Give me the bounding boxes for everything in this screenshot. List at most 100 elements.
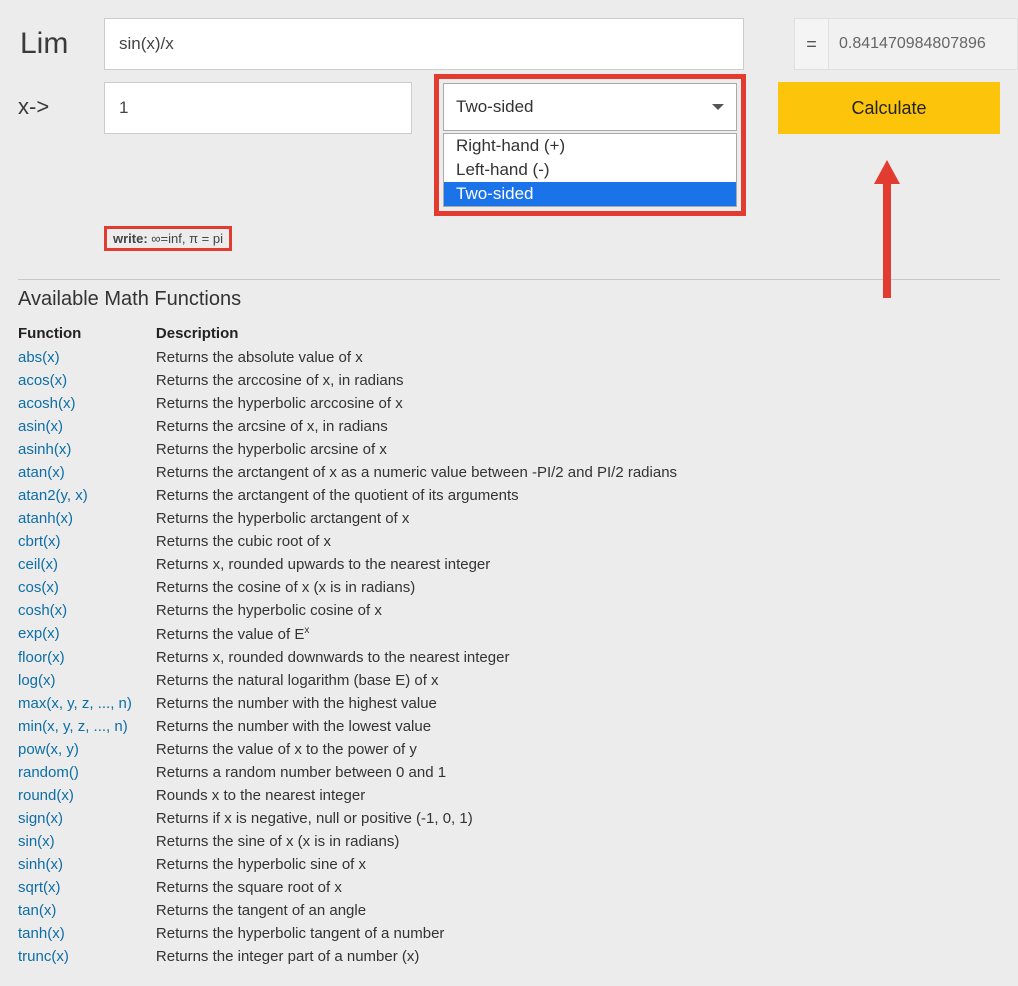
function-link[interactable]: log(x) xyxy=(18,669,156,692)
function-link[interactable]: cosh(x) xyxy=(18,599,156,622)
table-row: round(x)Rounds x to the nearest integer xyxy=(18,784,701,807)
function-description: Returns the hyperbolic arcsine of x xyxy=(156,438,701,461)
function-description: Returns x, rounded downwards to the near… xyxy=(156,646,701,669)
function-link[interactable]: asinh(x) xyxy=(18,438,156,461)
function-link[interactable]: round(x) xyxy=(18,784,156,807)
direction-option-right[interactable]: Right-hand (+) xyxy=(444,134,736,158)
function-description: Returns the arcsine of x, in radians xyxy=(156,415,701,438)
table-row: asinh(x)Returns the hyperbolic arcsine o… xyxy=(18,438,701,461)
table-row: min(x, y, z, ..., n)Returns the number w… xyxy=(18,715,701,738)
table-row: tan(x)Returns the tangent of an angle xyxy=(18,899,701,922)
calculate-button[interactable]: Calculate xyxy=(778,82,1000,134)
function-description: Returns the integer part of a number (x) xyxy=(156,945,701,968)
table-row: max(x, y, z, ..., n)Returns the number w… xyxy=(18,692,701,715)
input-hint: write: ∞=inf, π = pi xyxy=(104,226,232,251)
function-link[interactable]: random() xyxy=(18,761,156,784)
chevron-down-icon xyxy=(712,104,724,110)
function-link[interactable]: pow(x, y) xyxy=(18,738,156,761)
function-link[interactable]: sinh(x) xyxy=(18,853,156,876)
table-row: sign(x)Returns if x is negative, null or… xyxy=(18,807,701,830)
direction-option-two-sided[interactable]: Two-sided xyxy=(444,182,736,206)
function-link[interactable]: exp(x) xyxy=(18,622,156,646)
table-row: acosh(x)Returns the hyperbolic arccosine… xyxy=(18,392,701,415)
function-link[interactable]: atan(x) xyxy=(18,461,156,484)
function-link[interactable]: sqrt(x) xyxy=(18,876,156,899)
table-row: sin(x)Returns the sine of x (x is in rad… xyxy=(18,830,701,853)
function-description: Returns the hyperbolic cosine of x xyxy=(156,599,701,622)
function-description: Returns the hyperbolic tangent of a numb… xyxy=(156,922,701,945)
function-description: Returns the hyperbolic arctangent of x xyxy=(156,507,701,530)
limit-point-input[interactable] xyxy=(104,82,412,134)
table-row: tanh(x)Returns the hyperbolic tangent of… xyxy=(18,922,701,945)
table-row: floor(x)Returns x, rounded downwards to … xyxy=(18,646,701,669)
function-link[interactable]: sign(x) xyxy=(18,807,156,830)
function-link[interactable]: tanh(x) xyxy=(18,922,156,945)
function-description: Returns the square root of x xyxy=(156,876,701,899)
direction-option-left[interactable]: Left-hand (-) xyxy=(444,158,736,182)
table-row: ceil(x)Returns x, rounded upwards to the… xyxy=(18,553,701,576)
table-row: sinh(x)Returns the hyperbolic sine of x xyxy=(18,853,701,876)
function-link[interactable]: floor(x) xyxy=(18,646,156,669)
function-link[interactable]: atan2(y, x) xyxy=(18,484,156,507)
table-row: exp(x)Returns the value of Ex xyxy=(18,622,701,646)
table-row: atan(x)Returns the arctangent of x as a … xyxy=(18,461,701,484)
function-link[interactable]: cos(x) xyxy=(18,576,156,599)
function-link[interactable]: asin(x) xyxy=(18,415,156,438)
function-link[interactable]: trunc(x) xyxy=(18,945,156,968)
arrow-annotation-icon xyxy=(872,160,902,298)
function-description: Returns the number with the highest valu… xyxy=(156,692,701,715)
function-description: Returns the value of Ex xyxy=(156,622,701,646)
function-description: Returns the natural logarithm (base E) o… xyxy=(156,669,701,692)
divider xyxy=(18,279,1000,280)
function-description: Returns the tangent of an angle xyxy=(156,899,701,922)
function-description: Returns the absolute value of x xyxy=(156,346,701,369)
lim-label: Lim xyxy=(18,27,104,61)
function-link[interactable]: acosh(x) xyxy=(18,392,156,415)
direction-select-highlight: Two-sided Right-hand (+) Left-hand (-) T… xyxy=(434,74,746,216)
function-link[interactable]: abs(x) xyxy=(18,346,156,369)
table-row: log(x)Returns the natural logarithm (bas… xyxy=(18,669,701,692)
functions-title: Available Math Functions xyxy=(18,288,1000,311)
table-row: abs(x)Returns the absolute value of x xyxy=(18,346,701,369)
function-link[interactable]: max(x, y, z, ..., n) xyxy=(18,692,156,715)
direction-select[interactable]: Two-sided xyxy=(443,83,737,131)
function-description: Returns the arctangent of x as a numeric… xyxy=(156,461,701,484)
function-description: Returns the value of x to the power of y xyxy=(156,738,701,761)
table-row: trunc(x)Returns the integer part of a nu… xyxy=(18,945,701,968)
function-link[interactable]: tan(x) xyxy=(18,899,156,922)
function-link[interactable]: ceil(x) xyxy=(18,553,156,576)
result-output: 0.841470984807896 xyxy=(828,18,1018,70)
table-row: random()Returns a random number between … xyxy=(18,761,701,784)
table-row: cos(x)Returns the cosine of x (x is in r… xyxy=(18,576,701,599)
function-link[interactable]: cbrt(x) xyxy=(18,530,156,553)
table-row: atan2(y, x)Returns the arctangent of the… xyxy=(18,484,701,507)
function-description: Returns the cubic root of x xyxy=(156,530,701,553)
function-description: Returns the sine of x (x is in radians) xyxy=(156,830,701,853)
direction-select-value: Two-sided xyxy=(456,97,533,117)
th-function: Function xyxy=(18,321,156,346)
function-description: Returns x, rounded upwards to the neares… xyxy=(156,553,701,576)
direction-dropdown: Right-hand (+) Left-hand (-) Two-sided xyxy=(443,133,737,207)
table-row: cbrt(x)Returns the cubic root of x xyxy=(18,530,701,553)
function-description: Rounds x to the nearest integer xyxy=(156,784,701,807)
table-row: pow(x, y)Returns the value of x to the p… xyxy=(18,738,701,761)
function-link[interactable]: min(x, y, z, ..., n) xyxy=(18,715,156,738)
function-description: Returns if x is negative, null or positi… xyxy=(156,807,701,830)
function-description: Returns a random number between 0 and 1 xyxy=(156,761,701,784)
table-row: sqrt(x)Returns the square root of x xyxy=(18,876,701,899)
hint-prefix: write: xyxy=(113,231,148,246)
expression-input[interactable] xyxy=(104,18,744,70)
equals-label: = xyxy=(794,18,828,70)
table-row: atanh(x)Returns the hyperbolic arctangen… xyxy=(18,507,701,530)
table-row: cosh(x)Returns the hyperbolic cosine of … xyxy=(18,599,701,622)
function-description: Returns the arccosine of x, in radians xyxy=(156,369,701,392)
function-description: Returns the arctangent of the quotient o… xyxy=(156,484,701,507)
function-description: Returns the number with the lowest value xyxy=(156,715,701,738)
table-row: acos(x)Returns the arccosine of x, in ra… xyxy=(18,369,701,392)
function-link[interactable]: sin(x) xyxy=(18,830,156,853)
functions-table: Function Description abs(x)Returns the a… xyxy=(18,321,701,968)
x-to-label: x-> xyxy=(18,82,104,120)
function-link[interactable]: atanh(x) xyxy=(18,507,156,530)
function-description: Returns the cosine of x (x is in radians… xyxy=(156,576,701,599)
function-link[interactable]: acos(x) xyxy=(18,369,156,392)
